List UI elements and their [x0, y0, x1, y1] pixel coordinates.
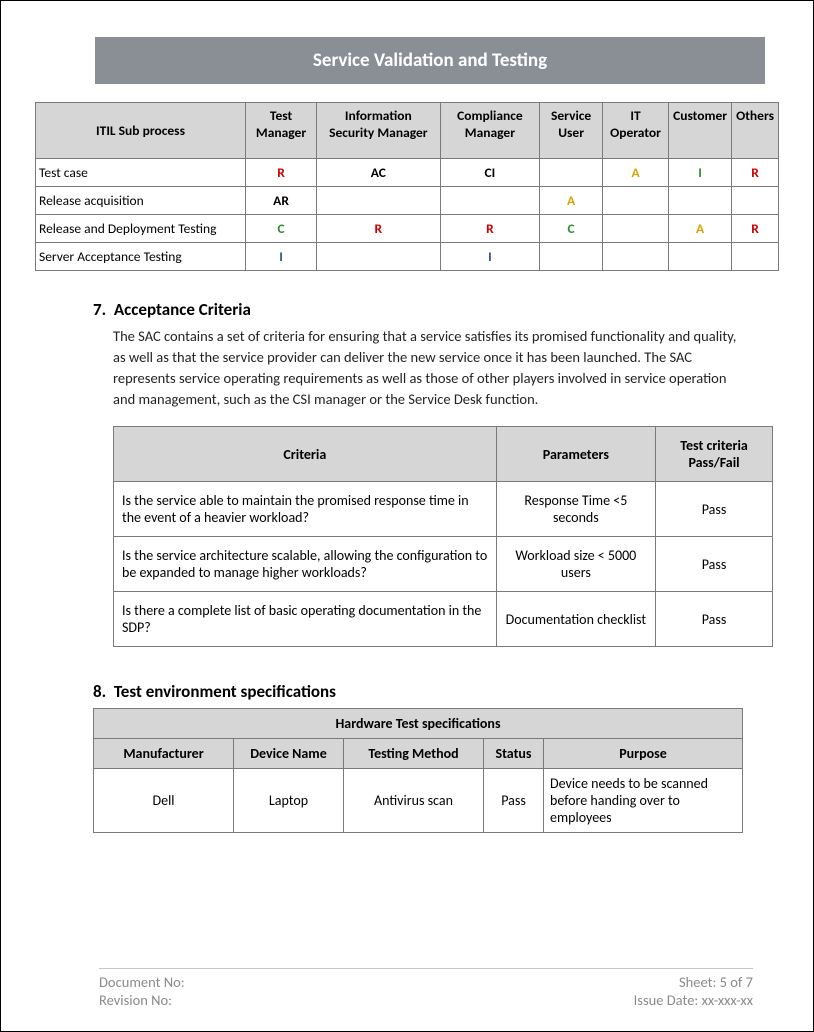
raci-cell [440, 187, 540, 215]
raci-cell [603, 243, 669, 271]
section-title: Acceptance Criteria [114, 299, 251, 320]
raci-cell: R [732, 215, 779, 243]
raci-cell [540, 243, 603, 271]
hw-col-0: Manufacturer [94, 739, 234, 769]
raci-cell: AR [246, 187, 317, 215]
criteria-result: Pass [656, 482, 773, 537]
raci-cell: CI [440, 159, 540, 187]
criteria-result: Pass [656, 537, 773, 592]
raci-col-6: Customer [669, 103, 732, 159]
raci-col-2: Information Security Manager [317, 103, 441, 159]
hw-purpose: Device needs to be scanned before handin… [544, 769, 743, 833]
page-title: Service Validation and Testing [95, 37, 765, 84]
hw-cell: Pass [484, 769, 544, 833]
raci-cell: R [732, 159, 779, 187]
raci-cell [603, 187, 669, 215]
raci-cell: AC [317, 159, 441, 187]
raci-cell: A [540, 187, 603, 215]
table-row: Test caseRACCIAIR [36, 159, 779, 187]
table-row: DellLaptopAntivirus scanPassDevice needs… [94, 769, 743, 833]
hw-cell: Laptop [234, 769, 344, 833]
raci-cell: I [246, 243, 317, 271]
table-row: Is the service able to maintain the prom… [114, 482, 773, 537]
raci-cell [732, 243, 779, 271]
raci-col-5: IT Operator [603, 103, 669, 159]
raci-subprocess: Test case [36, 159, 246, 187]
criteria-cell: Is the service architecture scalable, al… [114, 537, 497, 592]
section-number: 8. [93, 681, 106, 702]
raci-col-4: Service User [540, 103, 603, 159]
raci-subprocess: Server Acceptance Testing [36, 243, 246, 271]
raci-col-1: Test Manager [246, 103, 317, 159]
doc-no-label: Document No: [99, 973, 185, 991]
raci-cell [669, 187, 732, 215]
raci-cell: A [603, 159, 669, 187]
raci-subprocess: Release and Deployment Testing [36, 215, 246, 243]
hardware-table: Hardware Test specifications Manufacture… [93, 708, 743, 833]
hw-cell: Dell [94, 769, 234, 833]
sheet-label: Sheet: 5 of 7 [679, 973, 753, 991]
raci-col-0: ITIL Sub process [36, 103, 246, 159]
section-body: The SAC contains a set of criteria for e… [113, 326, 749, 410]
hw-col-4: Purpose [544, 739, 743, 769]
page-footer: Document No: Sheet: 5 of 7 Revision No: … [99, 968, 753, 1009]
criteria-table: CriteriaParametersTest criteria Pass/Fai… [113, 426, 773, 647]
hw-col-1: Device Name [234, 739, 344, 769]
raci-cell [669, 243, 732, 271]
raci-cell: C [246, 215, 317, 243]
table-row: Is there a complete list of basic operat… [114, 592, 773, 647]
raci-cell [317, 243, 441, 271]
hw-col-2: Testing Method [344, 739, 484, 769]
raci-cell: I [440, 243, 540, 271]
raci-cell: C [540, 215, 603, 243]
raci-subprocess: Release acquisition [36, 187, 246, 215]
raci-cell: R [246, 159, 317, 187]
table-row: Release and Deployment TestingCRRCAR [36, 215, 779, 243]
table-row: Release acquisitionAR A [36, 187, 779, 215]
criteria-param: Response Time <5 seconds [496, 482, 655, 537]
raci-cell [540, 159, 603, 187]
raci-cell: A [669, 215, 732, 243]
raci-cell [603, 215, 669, 243]
issue-date-label: Issue Date: xx-xxx-xx [634, 991, 753, 1009]
raci-cell: R [317, 215, 441, 243]
criteria-result: Pass [656, 592, 773, 647]
criteria-col-2: Test criteria Pass/Fail [656, 427, 773, 482]
raci-table: ITIL Sub processTest ManagerInformation … [35, 102, 779, 271]
raci-cell [732, 187, 779, 215]
criteria-cell: Is the service able to maintain the prom… [114, 482, 497, 537]
page: Service Validation and Testing ITIL Sub … [0, 0, 814, 1032]
raci-col-3: Compliance Manager [440, 103, 540, 159]
table-row: Is the service architecture scalable, al… [114, 537, 773, 592]
section-title: Test environment specifications [114, 681, 336, 702]
criteria-col-1: Parameters [496, 427, 655, 482]
section-acceptance-criteria: 7. Acceptance Criteria The SAC contains … [93, 299, 779, 647]
hw-col-3: Status [484, 739, 544, 769]
raci-cell: I [669, 159, 732, 187]
raci-cell [317, 187, 441, 215]
criteria-col-0: Criteria [114, 427, 497, 482]
section-number: 7. [93, 299, 106, 320]
section-test-env: 8. Test environment specifications Hardw… [93, 681, 779, 833]
table-row: Server Acceptance TestingII [36, 243, 779, 271]
raci-col-7: Others [732, 103, 779, 159]
criteria-param: Documentation checklist [496, 592, 655, 647]
hw-cell: Antivirus scan [344, 769, 484, 833]
criteria-cell: Is there a complete list of basic operat… [114, 592, 497, 647]
hardware-table-title: Hardware Test specifications [94, 709, 743, 739]
criteria-param: Workload size < 5000 users [496, 537, 655, 592]
rev-no-label: Revision No: [99, 991, 172, 1009]
raci-cell: R [440, 215, 540, 243]
